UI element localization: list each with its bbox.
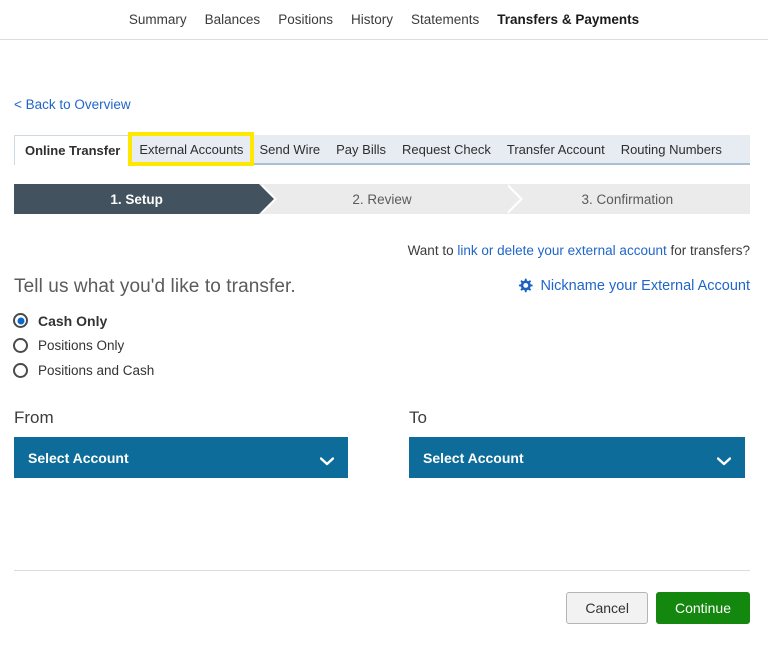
radio-positions-only-indicator [13,338,28,353]
from-account-value: Select Account [28,449,129,466]
progress-stepper: 1. Setup 2. Review 3. Confirmation [14,184,750,214]
step-confirmation[interactable]: 3. Confirmation [504,184,750,214]
tab-pay-bills[interactable]: Pay Bills [328,135,394,163]
from-label: From [14,408,54,427]
tab-transfer-account[interactable]: Transfer Account [499,135,613,163]
to-account-select[interactable]: Select Account [409,437,745,478]
nav-item-history[interactable]: History [342,13,402,27]
step-setup-arrow [259,184,275,214]
nickname-external-account-link[interactable]: Nickname your External Account [517,278,750,294]
chevron-down-icon [319,453,335,466]
transfer-tab-bar: Online Transfer External Accounts Send W… [14,132,750,166]
footer-actions: Cancel Continue [566,592,750,624]
from-account-select[interactable]: Select Account [14,437,348,478]
step-setup-label: 1. Setup [110,191,163,207]
prompt-suffix: for transfers? [666,243,750,258]
external-account-prompt: Want to link or delete your external acc… [408,243,750,258]
transfer-type-radio-group: Cash Only Positions Only Positions and C… [13,308,154,383]
nickname-link-label: Nickname your External Account [540,278,750,294]
nav-item-summary[interactable]: Summary [120,13,196,27]
tab-online-transfer[interactable]: Online Transfer [14,135,132,165]
radio-positions-and-cash[interactable]: Positions and Cash [13,358,154,383]
footer-divider [14,570,750,571]
step-review-arrow [504,184,520,214]
prompt-prefix: Want to [407,243,458,258]
tab-routing-numbers[interactable]: Routing Numbers [613,135,730,163]
link-or-delete-external-account-link[interactable]: link or delete your external account [457,243,666,258]
from-account-field: From Select Account [14,408,348,478]
nav-item-positions[interactable]: Positions [269,13,342,27]
chevron-down-icon [716,453,732,466]
radio-cash-only-label: Cash Only [38,312,108,329]
to-label: To [409,408,427,427]
radio-cash-only[interactable]: Cash Only [13,308,154,333]
step-confirmation-label: 3. Confirmation [581,191,674,207]
step-setup[interactable]: 1. Setup [14,184,278,214]
radio-positions-only[interactable]: Positions Only [13,333,154,358]
radio-positions-and-cash-label: Positions and Cash [38,363,155,378]
page-title: Tell us what you'd like to transfer. [14,276,296,297]
radio-positions-only-label: Positions Only [38,338,125,353]
radio-cash-only-indicator [13,313,28,328]
tab-external-accounts[interactable]: External Accounts [128,132,255,166]
step-review-label: 2. Review [352,191,412,207]
radio-positions-and-cash-indicator [13,363,28,378]
to-account-field: To Select Account [409,408,745,478]
tab-send-wire[interactable]: Send Wire [251,135,328,163]
top-navigation: Summary Balances Positions History State… [0,0,768,40]
tab-request-check[interactable]: Request Check [394,135,499,163]
back-to-overview-link[interactable]: < Back to Overview [14,97,131,112]
continue-button[interactable]: Continue [655,592,750,624]
to-account-value: Select Account [423,449,524,466]
nav-item-statements[interactable]: Statements [402,13,488,27]
step-review[interactable]: 2. Review [259,184,523,214]
nav-item-transfers-and-payments[interactable]: Transfers & Payments [488,13,648,27]
nav-item-balances[interactable]: Balances [196,13,270,27]
cancel-button[interactable]: Cancel [566,592,648,624]
gear-icon [517,278,534,294]
